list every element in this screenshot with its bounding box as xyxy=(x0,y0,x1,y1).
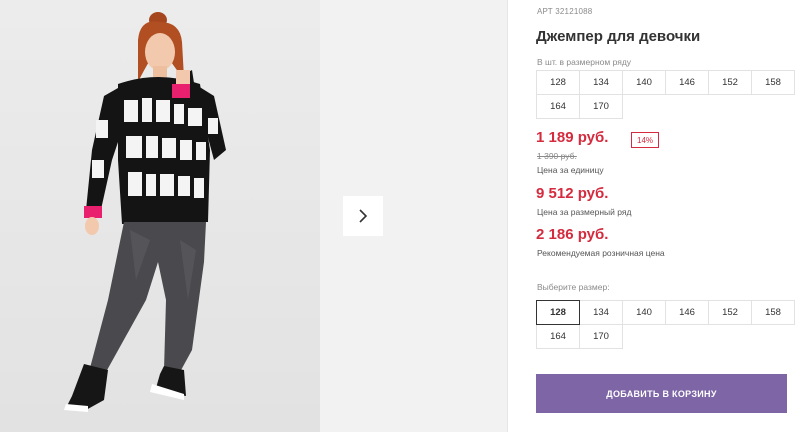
size-in-row-cell: 140 xyxy=(622,70,666,95)
discount-badge: 14% xyxy=(631,132,660,148)
size-in-row-cell: 158 xyxy=(751,70,795,95)
size-in-row-cell: 170 xyxy=(579,94,623,119)
size-option-selected[interactable]: 128 xyxy=(536,300,580,325)
product-gallery xyxy=(0,0,508,432)
size-option[interactable]: 140 xyxy=(622,300,666,325)
product-info: АРТ 32121088 Джемпер для девочки В шт. в… xyxy=(535,0,795,432)
add-to-cart-button[interactable]: ДОБАВИТЬ В КОРЗИНУ xyxy=(536,374,787,413)
size-option[interactable]: 146 xyxy=(665,300,709,325)
choose-size-label: Выберите размер: xyxy=(537,282,610,292)
next-photo-button[interactable] xyxy=(343,196,383,236)
size-option[interactable]: 170 xyxy=(579,324,623,349)
old-price: 1 390 руб. xyxy=(537,151,577,161)
article-label: АРТ xyxy=(537,7,553,16)
retail-price: 2 186 руб. xyxy=(536,226,609,243)
chevron-right-icon xyxy=(359,209,368,223)
size-option[interactable]: 164 xyxy=(536,324,580,349)
row-price-caption: Цена за размерный ряд xyxy=(537,207,632,217)
retail-price-caption: Рекомендуемая розничная цена xyxy=(537,248,665,258)
size-option[interactable]: 134 xyxy=(579,300,623,325)
size-in-row-cell: 134 xyxy=(579,70,623,95)
product-title: Джемпер для девочки xyxy=(536,28,701,45)
sizes-in-row-label: В шт. в размерном ряду xyxy=(537,57,632,67)
article-number: 32121088 xyxy=(555,7,593,16)
size-in-row-cell: 128 xyxy=(536,70,580,95)
size-in-row-cell: 152 xyxy=(708,70,752,95)
size-selector: 128 134 140 146 152 158 164 170 xyxy=(536,300,795,349)
size-option[interactable]: 158 xyxy=(751,300,795,325)
size-in-row-cell: 164 xyxy=(536,94,580,119)
size-in-row-cell: 146 xyxy=(665,70,709,95)
unit-price-caption: Цена за единицу xyxy=(537,165,604,175)
unit-price: 1 189 руб. xyxy=(536,129,609,146)
size-option[interactable]: 152 xyxy=(708,300,752,325)
product-photo xyxy=(0,0,320,432)
article: АРТ 32121088 xyxy=(537,7,592,16)
sizes-in-row-grid: 128 134 140 146 152 158 164 170 xyxy=(536,70,795,119)
row-price: 9 512 руб. xyxy=(536,185,609,202)
